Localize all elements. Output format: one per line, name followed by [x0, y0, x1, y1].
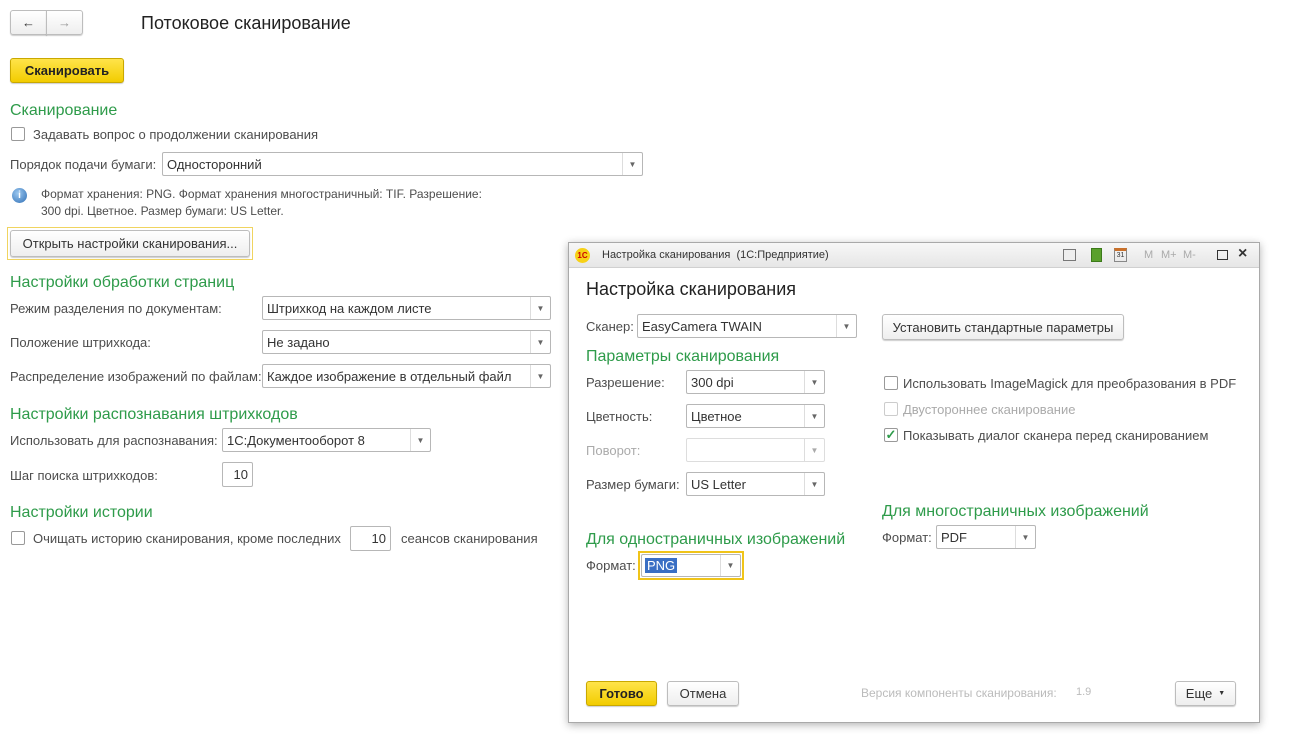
show-dialog-label: Показывать диалог сканера перед сканиров…	[903, 428, 1209, 443]
more-label: Еще	[1185, 686, 1213, 701]
version-value: 1.9	[1076, 686, 1092, 698]
resolution-select[interactable]: 300 dpi ▼	[686, 370, 825, 394]
rotation-select: ▼	[686, 438, 825, 462]
page-title: Потоковое сканирование	[141, 13, 351, 33]
1c-logo-icon: 1С	[575, 248, 590, 263]
memory-minus-button[interactable]: M-	[1183, 249, 1196, 261]
distrib-value: Каждое изображение в отдельный файл	[267, 368, 512, 384]
split-value: Штрихкод на каждом листе	[267, 300, 432, 316]
show-dialog-checkbox[interactable]: ✓	[884, 428, 898, 442]
paper-size-select[interactable]: US Letter ▼	[686, 472, 825, 496]
multi-format-label: Формат:	[882, 530, 932, 545]
single-heading: Для одностраничных изображений	[586, 531, 846, 548]
scanner-select[interactable]: EasyCamera TWAIN ▼	[637, 314, 857, 338]
multi-format-select[interactable]: PDF ▼	[936, 525, 1036, 549]
chevron-down-icon: ▼	[804, 405, 824, 427]
single-format-select[interactable]: PNG ▼	[641, 554, 741, 577]
history-suffix: сеансов сканирования	[401, 531, 538, 546]
dialog-heading: Настройка сканирования	[586, 279, 797, 299]
info-text-1: Формат хранения: PNG. Формат хранения мн…	[41, 187, 482, 201]
color-value: Цветное	[691, 408, 742, 424]
chevron-down-icon: ▼	[410, 429, 430, 451]
color-label: Цветность:	[586, 409, 653, 424]
open-settings-button[interactable]: Открыть настройки сканирования...	[10, 230, 250, 257]
ask-continue-label: Задавать вопрос о продолжении сканирован…	[33, 127, 319, 142]
paper-order-value: Односторонний	[167, 156, 262, 172]
use-select[interactable]: 1С:Документооборот 8 ▼	[222, 428, 431, 452]
paper-order-label: Порядок подачи бумаги:	[10, 157, 157, 172]
clear-history-label: Очищать историю сканирования, кроме посл…	[33, 531, 341, 546]
chevron-down-icon: ▼	[1218, 690, 1226, 697]
single-format-label: Формат:	[586, 558, 636, 573]
history-count-input[interactable]: 10	[350, 526, 391, 551]
maximize-icon[interactable]	[1217, 250, 1228, 260]
distrib-select[interactable]: Каждое изображение в отдельный файл ▼	[262, 364, 551, 388]
barcode-pos-value: Не задано	[267, 334, 330, 350]
memory-plus-button[interactable]: M+	[1161, 249, 1177, 261]
set-defaults-button[interactable]: Установить стандартные параметры	[882, 314, 1124, 340]
dialog-titlebar: 1С Настройка сканирования (1С:Предприяти…	[569, 243, 1259, 268]
forward-button[interactable]: →	[46, 10, 83, 35]
duplex-checkbox	[884, 402, 898, 416]
dialog-window-title: Настройка сканирования (1С:Предприятие)	[602, 249, 829, 261]
calendar-icon[interactable]: 31	[1114, 248, 1127, 262]
chevron-down-icon: ▼	[804, 439, 824, 461]
params-heading: Параметры сканирования	[586, 348, 780, 365]
split-label: Режим разделения по документам:	[10, 301, 222, 316]
info-icon: i	[12, 188, 27, 203]
calculator-icon[interactable]	[1091, 248, 1102, 262]
section-history: Настройки истории	[10, 504, 153, 521]
cancel-button[interactable]: Отмена	[667, 681, 739, 706]
section-page-processing: Настройки обработки страниц	[10, 274, 235, 291]
paper-order-select[interactable]: Односторонний ▼	[162, 152, 643, 176]
use-value: 1С:Документооборот 8	[227, 432, 365, 448]
imagemagick-label: Использовать ImageMagick для преобразова…	[903, 376, 1237, 391]
color-select[interactable]: Цветное ▼	[686, 404, 825, 428]
scan-button[interactable]: Сканировать	[10, 58, 124, 83]
step-label: Шаг поиска штрихкодов:	[10, 468, 158, 483]
version-label: Версия компоненты сканирования:	[861, 686, 1057, 700]
chevron-down-icon: ▼	[530, 297, 550, 319]
resolution-label: Разрешение:	[586, 375, 665, 390]
imagemagick-checkbox[interactable]	[884, 376, 898, 390]
info-text-2: 300 dpi. Цветное. Размер бумаги: US Lett…	[41, 204, 284, 218]
clear-history-checkbox[interactable]	[11, 531, 25, 545]
resolution-value: 300 dpi	[691, 374, 734, 390]
scanner-value: EasyCamera TWAIN	[642, 318, 762, 334]
memory-m-button[interactable]: M	[1144, 249, 1153, 261]
distrib-label: Распределение изображений по файлам:	[10, 369, 262, 384]
back-button[interactable]: ←	[10, 10, 47, 35]
chevron-down-icon: ▼	[622, 153, 642, 175]
chevron-down-icon: ▼	[530, 365, 550, 387]
barcode-pos-label: Положение штрихкода:	[10, 335, 151, 350]
scanner-label: Сканер:	[586, 319, 634, 334]
chevron-down-icon: ▼	[804, 473, 824, 495]
rotation-label: Поворот:	[586, 443, 641, 458]
use-label: Использовать для распознавания:	[10, 433, 218, 448]
single-format-value: PNG	[645, 558, 678, 573]
chevron-down-icon: ▼	[804, 371, 824, 393]
section-barcodes: Настройки распознавания штрихкодов	[10, 406, 298, 423]
chevron-down-icon: ▼	[530, 331, 550, 353]
multi-format-value: PDF	[941, 529, 967, 545]
split-select[interactable]: Штрихкод на каждом листе ▼	[262, 296, 551, 320]
print-icon[interactable]	[1063, 249, 1076, 261]
step-input[interactable]: 10	[222, 462, 253, 487]
chevron-down-icon: ▼	[1015, 526, 1035, 548]
paper-size-label: Размер бумаги:	[586, 477, 680, 492]
ask-continue-checkbox[interactable]	[11, 127, 25, 141]
duplex-label: Двустороннее сканирование	[903, 402, 1076, 417]
barcode-pos-select[interactable]: Не задано ▼	[262, 330, 551, 354]
ok-button[interactable]: Готово	[586, 681, 657, 706]
chevron-down-icon: ▼	[720, 555, 740, 576]
more-button[interactable]: Еще ▼	[1175, 681, 1236, 706]
chevron-down-icon: ▼	[836, 315, 856, 337]
paper-size-value: US Letter	[691, 476, 746, 492]
multi-heading: Для многостраничных изображений	[882, 503, 1149, 520]
section-scanning: Сканирование	[10, 102, 118, 119]
close-icon[interactable]: ×	[1238, 245, 1247, 263]
